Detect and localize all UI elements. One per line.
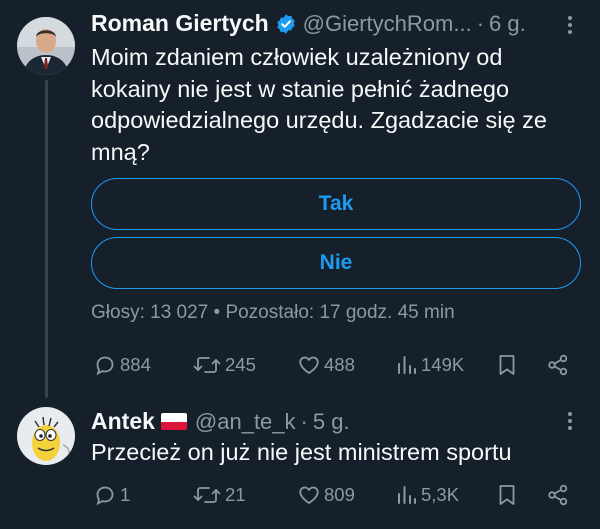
repost-icon [192,483,222,507]
views-count: 5,3K [421,484,460,505]
author-handle[interactable]: @GiertychRom... [303,11,472,37]
like-icon [297,483,321,507]
reply-author-handle[interactable]: @an_te_k [195,409,296,435]
like-button[interactable]: 809 [297,483,355,507]
thread-connector-line [45,80,48,398]
like-button[interactable]: 488 [297,353,355,377]
tweet-text-line: mną? [91,138,150,165]
views-button[interactable]: 5,3K [396,483,459,507]
reply-button[interactable]: 1 [93,483,130,507]
reply-button[interactable]: 884 [93,353,151,377]
more-icon[interactable] [563,14,577,41]
avatar-antek[interactable] [17,407,75,465]
repost-button[interactable]: 21 [192,483,246,507]
poll-option-label: Tak [318,192,354,215]
avatar-roman-giertych[interactable] [17,17,75,75]
repost-button[interactable]: 245 [192,353,256,377]
views-icon [396,483,418,507]
reply-count: 884 [120,354,151,375]
more-icon[interactable] [563,410,577,437]
tweet-time[interactable]: 6 g. [489,11,526,37]
repost-count: 245 [225,354,256,375]
tweet-text-line: Moim zdaniem człowiek uzależniony od [91,44,503,70]
reply-icon [93,483,117,507]
poll-summary: Głosy: 13 027 • Pozostało: 17 godz. 45 m… [91,302,455,323]
views-button[interactable]: 149K [396,353,464,377]
reply-time[interactable]: 5 g. [313,409,350,435]
repost-icon [192,353,222,377]
author-name[interactable]: Roman Giertych [91,10,269,37]
poll-option-label: Nie [319,251,353,274]
reply-header: Antek @an_te_k · 5 g. [91,408,350,435]
share-icon[interactable] [546,353,570,382]
like-icon [297,353,321,377]
tweet-text-line: odpowiedzialnego urzędu. Zgadzacie się z… [91,107,547,133]
tweet-text-line: kokainy nie jest w stanie pełnić żadnego [91,75,510,102]
separator-dot: · [300,408,308,434]
separator-dot: · [476,10,485,36]
verified-badge-icon [275,13,297,35]
tweet-text: Moim zdaniem człowiek uzależniony od kok… [91,42,591,168]
views-count: 149K [421,354,465,375]
bookmark-icon[interactable] [497,353,517,382]
reply-author-name[interactable]: Antek [91,408,155,435]
views-icon [396,353,418,377]
poland-flag-icon [160,413,187,430]
poll-option-nie[interactable]: Nie [91,237,581,289]
like-count: 809 [324,484,355,505]
reply-count: 1 [120,484,131,505]
share-icon[interactable] [546,483,570,512]
poll-option-tak[interactable]: Tak [91,178,581,230]
bookmark-icon[interactable] [497,483,517,512]
tweet-header: Roman Giertych @GiertychRom... · 6 g. [91,10,526,37]
reply-text: Przecież on już nie jest ministrem sport… [91,439,512,465]
repost-count: 21 [225,484,246,505]
like-count: 488 [324,354,355,375]
reply-icon [93,353,117,377]
